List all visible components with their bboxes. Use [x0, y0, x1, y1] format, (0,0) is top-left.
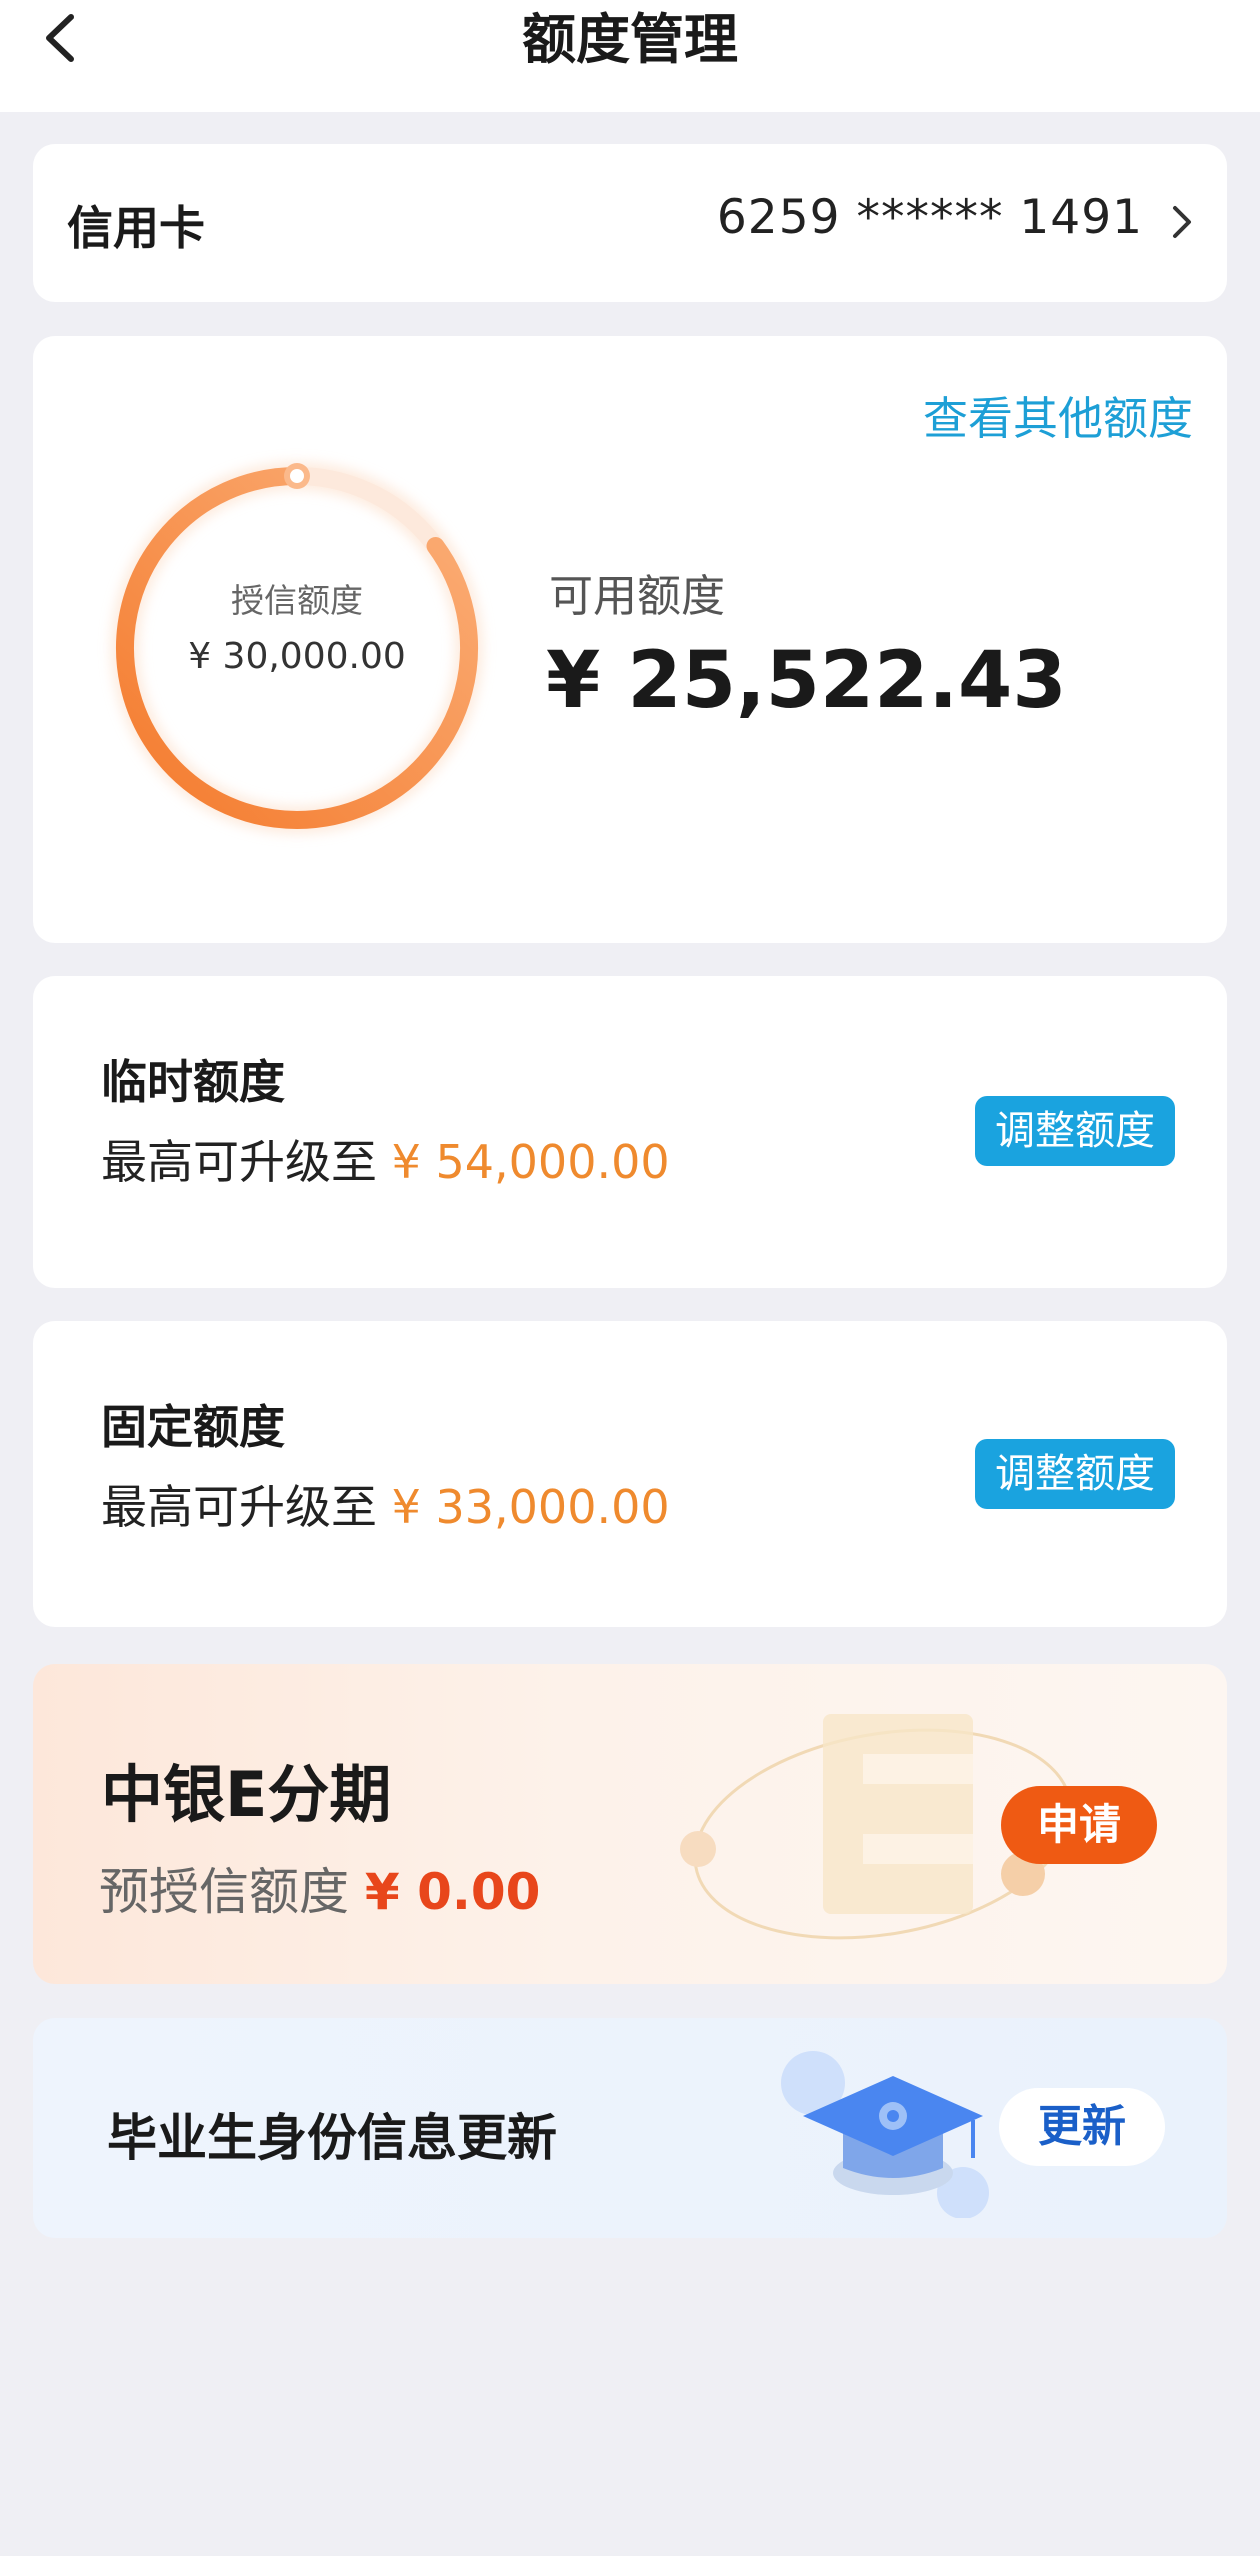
- adjust-fixed-quota-button[interactable]: 调整额度: [975, 1439, 1175, 1509]
- chevron-right-icon: [1173, 206, 1191, 238]
- temporary-quota-card: 临时额度 最高可升级至 ¥ 54,000.00 调整额度: [33, 976, 1227, 1288]
- temporary-quota-title: 临时额度: [101, 1055, 285, 1109]
- graduate-update-card[interactable]: 毕业生身份信息更新 更新: [33, 2018, 1227, 2238]
- fixed-quota-title: 固定额度: [101, 1400, 285, 1454]
- fixed-quota-card: 固定额度 最高可升级至 ¥ 33,000.00 调整额度: [33, 1321, 1227, 1627]
- fixed-quota-subtitle: 最高可升级至 ¥ 33,000.00: [101, 1471, 670, 1537]
- credit-limit-label: 授信额度: [231, 581, 363, 620]
- e-installment-card[interactable]: 中银E分期 预授信额度 ¥ 0.00 申请: [33, 1664, 1227, 1984]
- credit-card-selector[interactable]: 信用卡 6259 ****** 1491: [33, 144, 1227, 302]
- available-credit-value: ¥ 25,522.43: [546, 636, 1067, 726]
- e-installment-title: 中银E分期: [101, 1758, 392, 1831]
- graduate-update-title: 毕业生身份信息更新: [107, 2109, 557, 2167]
- update-button[interactable]: 更新: [999, 2088, 1165, 2166]
- top-nav-bar: 额度管理: [0, 0, 1260, 112]
- graduation-cap-icon: [781, 2051, 989, 2218]
- ring-marker-center: [290, 469, 304, 483]
- page-title: 额度管理: [522, 8, 738, 71]
- fixed-quota-amount: ¥ 33,000.00: [391, 1480, 670, 1534]
- e-installment-subtitle: 预授信额度 ¥ 0.00: [99, 1852, 540, 1924]
- quota-overview-card: 查看其他额度 授信额度 ¥ 30,000.00 可用额度 ¥ 25,522.43: [33, 336, 1227, 943]
- upgrade-prefix: 最高可升级至: [101, 1135, 377, 1189]
- temporary-quota-subtitle: 最高可升级至 ¥ 54,000.00: [101, 1126, 670, 1192]
- pre-credit-amount: ¥ 0.00: [364, 1863, 541, 1921]
- available-credit-label: 可用额度: [549, 571, 725, 622]
- pre-credit-label: 预授信额度: [99, 1863, 349, 1921]
- credit-card-label: 信用卡: [67, 201, 205, 255]
- upgrade-prefix: 最高可升级至: [101, 1480, 377, 1534]
- adjust-temporary-quota-button[interactable]: 调整额度: [975, 1096, 1175, 1166]
- credit-card-number: 6259 ****** 1491: [716, 190, 1143, 245]
- credit-limit-value: ¥ 30,000.00: [188, 636, 406, 677]
- view-other-quota-link[interactable]: 查看其他额度: [923, 382, 1193, 447]
- temporary-quota-amount: ¥ 54,000.00: [391, 1135, 670, 1189]
- apply-button[interactable]: 申请: [1001, 1786, 1157, 1864]
